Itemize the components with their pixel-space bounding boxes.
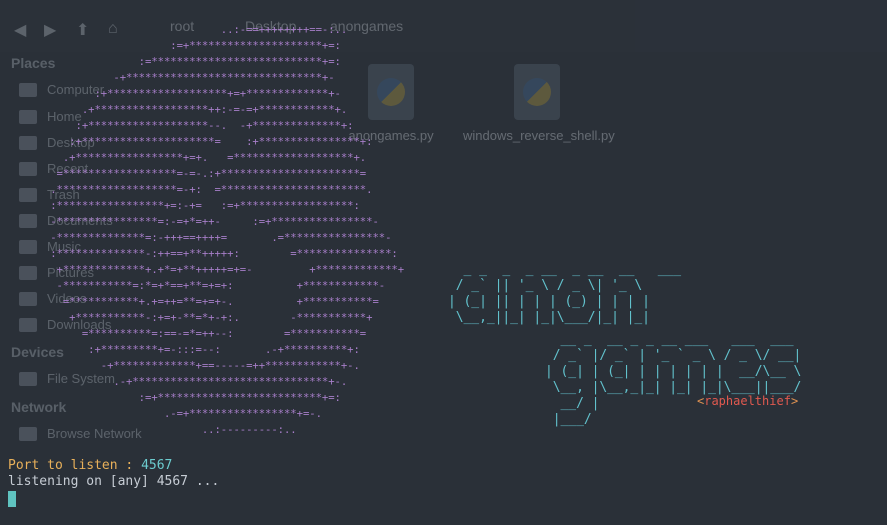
port-value: 4567 [141, 458, 173, 473]
banner-ascii-games: __ _ __ _ _ __ ___ ___ ___ / _` |/ _` | … [545, 332, 802, 427]
terminal-cursor[interactable] [8, 491, 16, 507]
credit-close-bracket: > [790, 394, 799, 408]
listening-status-line: listening on [any] 4567 ... [8, 474, 220, 489]
banner-ascii-anon: _ _ _ _ __ _ __ __ ___ / _` || '_ \ / _ … [448, 262, 681, 325]
author-credit: <raphaelthief> [697, 394, 798, 408]
skull-ascii-art: ..:-==++++++++==-:.. :=+****************… [50, 24, 405, 436]
port-prompt-label: Port to listen : [8, 458, 142, 473]
desktop-stage: ◀ ▶ ⬆ ⌂ root Desktop anongames Places Co… [0, 0, 887, 525]
terminal-window[interactable]: ..:-==++++++++==-:.. :=+****************… [0, 0, 887, 525]
port-prompt-line: Port to listen : 4567 [8, 458, 172, 473]
credit-author-name: raphaelthief [704, 394, 791, 408]
